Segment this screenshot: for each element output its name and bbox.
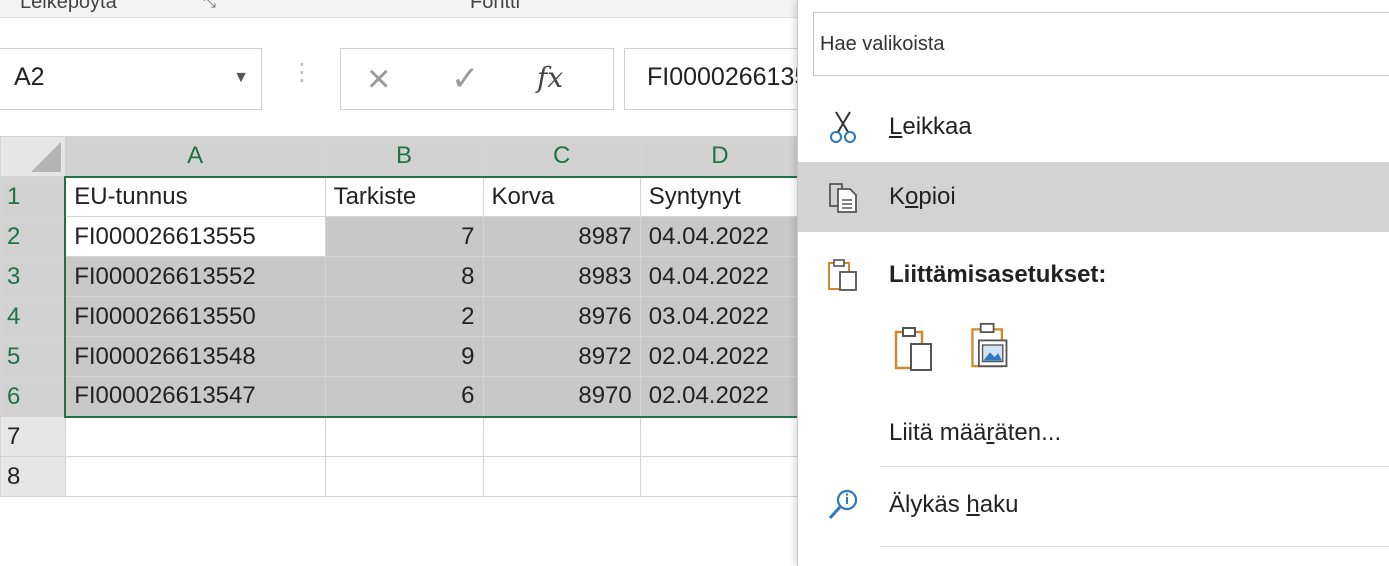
table-row: 1 EU-tunnus Tarkiste Korva Syntynyt [0,175,800,217]
table-row: 7 [0,416,800,457]
menu-separator [880,466,1389,467]
cell[interactable]: 8 [324,256,484,297]
cell[interactable]: Syntynyt [639,175,800,217]
row-header[interactable]: 6 [0,376,67,417]
menu-item-paste-special[interactable]: Liitä määräten... [798,398,1389,468]
cell[interactable]: 8976 [482,296,641,337]
clipboard-launcher-icon[interactable]: ⤡ [203,0,216,12]
cell[interactable]: 2 [324,296,484,337]
table-row: 3 FI000026613552 8 8983 04.04.2022 [0,256,800,297]
cell[interactable]: 9 [324,336,484,377]
menu-item-copy[interactable]: Kopioi [798,162,1389,232]
table-row: 2 FI000026613555 7 8987 04.04.2022 [0,216,800,257]
column-header-a[interactable]: A [64,136,326,178]
paste-options-label: Liittämisasetukset: [889,261,1107,288]
cell[interactable]: 6 [324,376,484,418]
row-header[interactable]: 5 [0,336,67,377]
ribbon-group-labels: Leikepöytä ⤡ Fontti [0,0,800,18]
cell[interactable] [639,456,800,497]
cell[interactable] [482,456,641,497]
copy-icon [829,183,857,213]
menu-item-paste-special-label: Liitä määräten... [889,419,1062,446]
cell[interactable]: 8970 [482,376,641,418]
cell[interactable]: 04.04.2022 [639,256,800,297]
cell[interactable]: 8972 [482,336,641,377]
insert-function-icon[interactable]: fx [537,61,563,94]
formula-bar-grip-icon[interactable]: ⋮ [290,58,314,87]
menu-separator [880,546,1389,547]
cell[interactable]: 02.04.2022 [639,336,800,377]
select-all-button[interactable] [0,136,66,177]
ribbon-group-font: Fontti [470,0,521,13]
table-row: 4 FI000026613550 2 8976 03.04.2022 [0,296,800,337]
cell[interactable] [64,416,326,457]
row-header[interactable]: 8 [0,456,66,497]
cell[interactable]: 8983 [482,256,641,297]
menu-item-cut-label: Leikkaa [889,113,972,140]
row-header[interactable]: 1 [0,176,67,217]
cell[interactable] [482,416,641,457]
name-box-dropdown-icon[interactable]: ▼ [233,69,249,87]
paste-options-header: Liittämisasetukset: [798,240,1389,310]
cell[interactable]: EU-tunnus [64,175,326,217]
formula-input[interactable]: FI000026613555 [624,48,800,110]
worksheet-grid: A B C D 1 EU-tunnus Tarkiste Korva Synty… [0,136,800,566]
menu-item-smart-lookup[interactable]: Älykäs haku [798,470,1389,540]
paste-icon[interactable] [893,326,935,372]
cell[interactable] [324,456,484,497]
table-row: 5 FI000026613548 9 8972 02.04.2022 [0,336,800,377]
cell[interactable]: 7 [324,216,484,257]
menu-search-input[interactable] [814,13,1389,75]
cell[interactable]: FI000026613552 [64,256,326,297]
cell[interactable]: FI000026613550 [64,296,326,337]
column-header-c[interactable]: C [482,136,641,178]
menu-search[interactable] [813,12,1389,76]
cell[interactable]: 8987 [482,216,641,257]
formula-input-value: FI000026613555 [647,63,799,91]
formula-bar: A2 ▼ ⋮ × ✓ fx FI000026613555 [0,18,800,122]
cell[interactable] [639,416,800,457]
paste-picture-icon[interactable] [968,322,1010,368]
menu-item-cut[interactable]: Leikkaa [798,92,1389,162]
cell-active[interactable]: FI000026613555 [64,216,326,257]
row-header[interactable]: 3 [0,256,67,297]
cell[interactable]: FI000026613548 [64,336,326,377]
cell[interactable]: Tarkiste [324,175,484,217]
row-header[interactable]: 7 [0,416,66,457]
menu-item-copy-label: Kopioi [889,183,956,210]
cell[interactable]: 04.04.2022 [639,216,800,257]
cell[interactable]: 02.04.2022 [639,376,800,418]
row-header[interactable]: 4 [0,296,67,337]
cell[interactable] [324,416,484,457]
enter-check-icon[interactable]: ✓ [451,59,480,99]
table-row: 6 FI000026613547 6 8970 02.04.2022 [0,376,800,418]
cancel-icon[interactable]: × [367,57,390,102]
row-header[interactable]: 2 [0,216,67,257]
name-box[interactable]: A2 ▼ [0,48,262,110]
menu-item-smart-lookup-label: Älykäs haku [889,491,1019,518]
clipboard-icon [828,259,857,291]
cell[interactable]: 03.04.2022 [639,296,800,337]
cell[interactable]: FI000026613547 [64,376,326,418]
name-box-value: A2 [14,63,45,91]
column-header-b[interactable]: B [324,136,484,178]
cell[interactable] [64,456,326,497]
smart-lookup-icon [828,489,858,520]
context-menu: Leikkaa Kopioi Liittämisasetukset: [797,0,1389,566]
ribbon-group-clipboard: Leikepöytä [20,0,117,13]
table-row: 8 [0,456,800,497]
cell[interactable]: Korva [482,175,641,217]
column-header-d[interactable]: D [639,136,800,178]
scissors-icon [830,111,856,143]
formula-buttons: × ✓ fx [340,48,614,110]
